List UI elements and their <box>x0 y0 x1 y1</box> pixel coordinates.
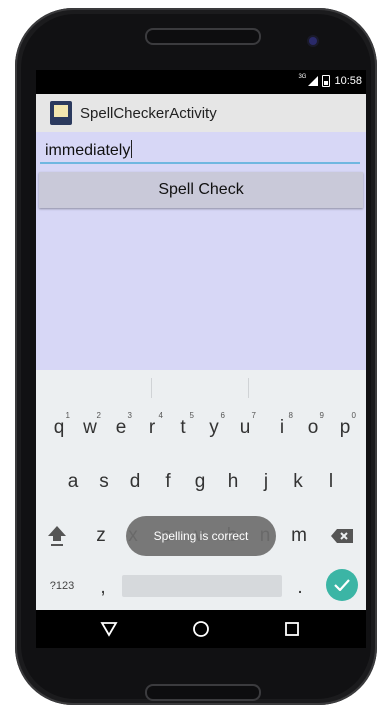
key-q[interactable]: q1 <box>44 408 74 448</box>
key-label: i <box>279 417 285 438</box>
home-circle-icon <box>193 621 209 637</box>
key-label: e <box>115 417 127 438</box>
key-label: o <box>307 417 319 438</box>
key-l[interactable]: l <box>316 462 346 502</box>
key-f[interactable]: f <box>153 462 183 502</box>
word-input[interactable]: immediately <box>40 140 360 164</box>
key-s[interactable]: s <box>89 462 119 502</box>
network-type-label: 3G <box>298 74 307 80</box>
key-m[interactable]: m <box>284 516 314 556</box>
recents-button[interactable] <box>281 618 303 640</box>
suggestion-divider <box>248 378 249 398</box>
suggestion-divider <box>151 378 152 398</box>
status-indicators: 3G 10:58 <box>298 74 362 87</box>
app-title: SpellCheckerActivity <box>80 105 217 122</box>
key-g[interactable]: g <box>185 462 215 502</box>
key-hint: 7 <box>251 411 256 420</box>
key-hint: 6 <box>220 411 225 420</box>
key-hint: 9 <box>319 411 324 420</box>
key-label: u <box>239 417 251 438</box>
suggestion-strip <box>36 370 366 404</box>
status-bar: 3G 10:58 <box>36 70 366 94</box>
key-u[interactable]: u7 <box>230 408 260 448</box>
comma-key[interactable]: , <box>88 568 118 608</box>
key-p[interactable]: p0 <box>330 408 360 448</box>
word-input-value: immediately <box>45 142 131 159</box>
key-hint: 4 <box>158 411 163 420</box>
key-e[interactable]: e3 <box>106 408 136 448</box>
key-hint: 8 <box>288 411 293 420</box>
backspace-icon <box>331 529 353 543</box>
enter-key[interactable] <box>326 569 358 601</box>
key-hint: 5 <box>189 411 194 420</box>
key-label: r <box>148 417 156 438</box>
clock: 10:58 <box>334 75 362 87</box>
key-w[interactable]: w2 <box>75 408 105 448</box>
symbols-key[interactable]: ?123 <box>42 566 82 606</box>
key-hint: 3 <box>127 411 132 420</box>
checkmark-icon <box>334 579 350 591</box>
home-button[interactable] <box>190 618 212 640</box>
key-j[interactable]: j <box>251 462 281 502</box>
top-speaker <box>145 28 261 45</box>
key-o[interactable]: o9 <box>298 408 328 448</box>
soft-keyboard: q1 w2 e3 r4 t5 y6 u7 i8 o9 p0 a s d f g … <box>36 370 366 610</box>
key-label: p <box>339 417 351 438</box>
space-bar[interactable] <box>122 575 282 597</box>
app-icon <box>50 101 72 125</box>
key-label: y <box>209 417 219 438</box>
key-hint: 0 <box>351 411 356 420</box>
main-content: immediately Spell Check <box>36 132 366 370</box>
recents-square-icon <box>285 622 299 636</box>
action-bar: SpellCheckerActivity <box>36 94 366 132</box>
backspace-key[interactable] <box>327 516 357 556</box>
key-i[interactable]: i8 <box>267 408 297 448</box>
navigation-bar <box>36 610 366 648</box>
battery-icon <box>322 75 331 87</box>
key-label: w <box>83 417 97 438</box>
period-key[interactable]: . <box>285 568 315 608</box>
key-label: t <box>180 417 186 438</box>
key-d[interactable]: d <box>120 462 150 502</box>
key-z[interactable]: z <box>86 516 116 556</box>
shift-icon <box>48 526 66 546</box>
device-screen: 3G 10:58 SpellCheckerActivity immediatel… <box>36 70 366 648</box>
key-k[interactable]: k <box>283 462 313 502</box>
key-hint: 1 <box>65 411 70 420</box>
bottom-speaker <box>145 684 261 701</box>
spell-check-button[interactable]: Spell Check <box>39 172 363 208</box>
toast-message: Spelling is correct <box>126 516 276 556</box>
front-camera <box>309 37 317 45</box>
key-label: q <box>53 417 65 438</box>
key-t[interactable]: t5 <box>168 408 198 448</box>
key-r[interactable]: r4 <box>137 408 167 448</box>
back-button[interactable] <box>98 618 120 640</box>
key-hint: 2 <box>96 411 101 420</box>
key-y[interactable]: y6 <box>199 408 229 448</box>
key-a[interactable]: a <box>58 462 88 502</box>
text-cursor <box>131 140 133 158</box>
back-triangle-icon <box>100 622 118 637</box>
shift-key[interactable] <box>42 516 72 556</box>
signal-icon <box>308 76 319 86</box>
key-h[interactable]: h <box>218 462 248 502</box>
